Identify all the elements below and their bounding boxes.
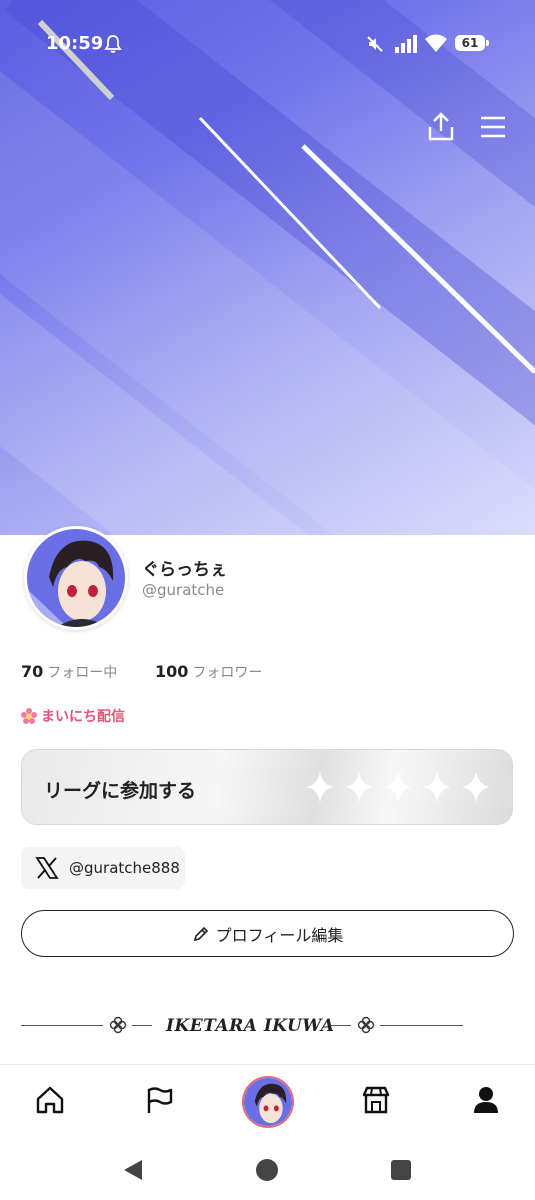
menu-icon[interactable] <box>480 116 506 138</box>
sparkle-icon <box>423 771 451 803</box>
join-league-label: リーグに参加する <box>44 780 197 802</box>
followers-count: 100 <box>155 662 189 681</box>
profile-header-banner: 10:59 61 <box>0 0 535 535</box>
bottom-navigation <box>0 1064 535 1141</box>
x-logo-icon <box>35 857 59 879</box>
display-name: ぐらっちぇ <box>142 560 227 580</box>
sparkle-icon <box>345 771 373 803</box>
league-stars <box>304 769 492 805</box>
flower-badge-icon <box>21 708 37 724</box>
avatar[interactable] <box>24 526 128 630</box>
x-handle: @guratche888 <box>69 859 180 877</box>
sparkle-icon <box>384 771 412 803</box>
sparkle-icon <box>306 771 334 803</box>
bell-icon <box>104 35 122 53</box>
edit-profile-button[interactable]: プロフィール編集 <box>21 910 514 957</box>
status-time: 10:59 <box>46 33 104 54</box>
user-handle: @guratche <box>142 581 225 599</box>
home-system-icon[interactable] <box>255 1158 279 1182</box>
followers-stat[interactable]: 100 フォロワー <box>155 662 262 682</box>
avatar-illustration <box>244 1078 292 1126</box>
join-league-card[interactable]: リーグに参加する <box>21 749 513 825</box>
status-bar: 10:59 61 <box>0 0 535 88</box>
profile-icon[interactable] <box>471 1085 501 1115</box>
home-icon[interactable] <box>35 1085 65 1115</box>
divider-line <box>132 1025 152 1026</box>
system-navigation-bar <box>0 1140 535 1200</box>
signal-icon <box>395 35 417 53</box>
nav-avatar[interactable] <box>242 1076 294 1128</box>
store-icon[interactable] <box>361 1085 391 1115</box>
following-stat[interactable]: 70 フォロー中 <box>21 662 117 682</box>
clover-icon <box>109 1016 127 1034</box>
clover-icon <box>357 1016 375 1034</box>
followers-label: フォロワー <box>192 665 263 681</box>
back-icon[interactable] <box>122 1158 144 1182</box>
section-title: IKETARA IKUWA <box>166 1016 335 1036</box>
sparkle-icon <box>462 771 490 803</box>
wifi-icon <box>425 34 447 52</box>
recents-icon[interactable] <box>390 1159 412 1181</box>
divider-line <box>331 1025 351 1026</box>
battery-indicator: 61 <box>455 35 485 51</box>
divider-line <box>380 1025 463 1026</box>
badge-label: まいにち配信 <box>41 709 125 725</box>
share-icon[interactable] <box>425 111 457 143</box>
section-divider: IKETARA IKUWA <box>21 1012 463 1040</box>
flag-icon[interactable] <box>144 1085 174 1115</box>
avatar-illustration <box>27 529 125 627</box>
daily-stream-badge: まいにち配信 <box>21 706 125 726</box>
x-account-link[interactable]: @guratche888 <box>21 847 185 889</box>
following-label: フォロー中 <box>47 665 118 681</box>
battery-tip <box>486 40 489 46</box>
edit-profile-label: プロフィール編集 <box>215 925 344 945</box>
divider-line <box>21 1025 103 1026</box>
mute-icon <box>367 36 383 52</box>
pencil-icon <box>193 926 208 941</box>
following-count: 70 <box>21 662 44 681</box>
